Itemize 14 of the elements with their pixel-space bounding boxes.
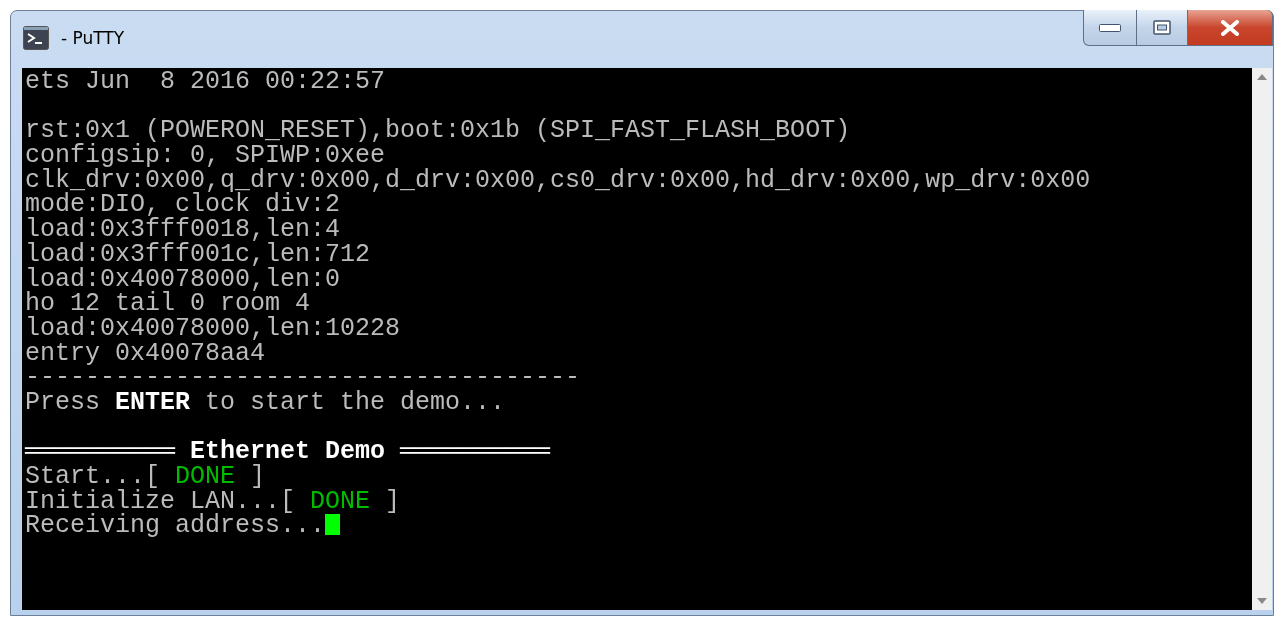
maximize-button[interactable] — [1137, 10, 1188, 46]
minimize-icon — [1099, 23, 1121, 32]
terminal-line: Press ENTER to start the demo... — [25, 387, 506, 417]
maximize-icon — [1153, 20, 1171, 35]
scroll-up-icon[interactable] — [1257, 74, 1267, 80]
close-button[interactable] — [1188, 10, 1273, 46]
scroll-down-icon[interactable] — [1257, 598, 1267, 604]
minimize-button[interactable] — [1083, 10, 1137, 46]
scroll-bar[interactable] — [1252, 68, 1272, 610]
terminal-line: load:0x40078000,len:10228 — [25, 313, 401, 343]
window-title: - PuTTY — [61, 27, 125, 50]
close-icon — [1220, 19, 1240, 36]
terminal-line: ets Jun 8 2016 00:22:57 — [25, 68, 386, 96]
terminal-icon — [23, 26, 49, 50]
